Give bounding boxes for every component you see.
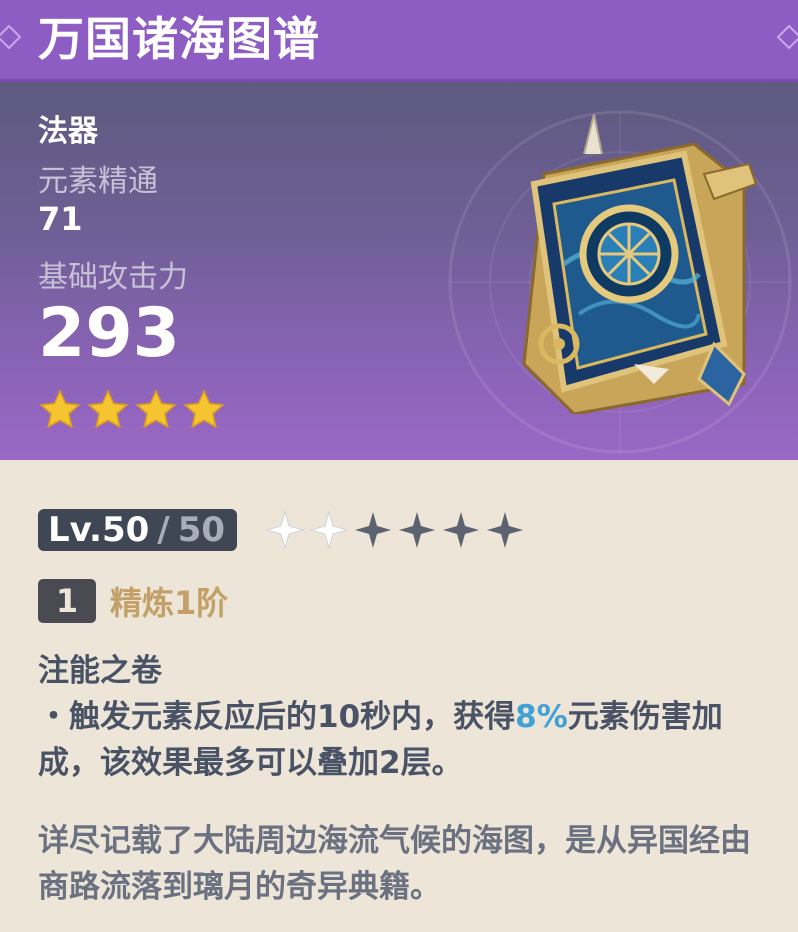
rarity-star-icon: [183, 389, 225, 429]
passive-highlight-value: 8%: [515, 699, 568, 735]
rarity-star-icon: [39, 389, 81, 429]
weapon-type: 法器: [38, 114, 98, 149]
level-badge: Lv.50 / 50: [38, 509, 238, 551]
diamond-ornament-icon: [776, 24, 798, 50]
passive-effect: 注能之卷 ・触发元素反应后的10秒内，获得8%元素伤害加成，该效果最多可以叠加2…: [38, 648, 758, 786]
catalyst-book-icon: [522, 114, 758, 414]
passive-description: ・触发元素反应后的10秒内，获得8%元素伤害加成，该效果最多可以叠加2层。: [38, 694, 758, 786]
level-max: 50: [177, 510, 226, 550]
refinement-rank-badge: 1: [38, 579, 96, 623]
title-bar: 万国诸海图谱: [0, 0, 798, 82]
refinement-row: 1 精炼1阶: [38, 578, 228, 624]
secondary-stat-value: 71: [38, 200, 83, 238]
refinement-label: 精炼1阶: [110, 584, 229, 622]
weapon-name: 万国诸海图谱: [38, 12, 320, 66]
ascension-star-empty-icon: [399, 512, 436, 548]
base-atk-value: 293: [38, 294, 180, 373]
diamond-ornament-icon: [0, 24, 22, 50]
weapon-header: 法器 元素精通 71 基础攻击力 293: [0, 82, 798, 460]
rarity-star-icon: [87, 389, 129, 429]
ascension-star-filled-icon: [265, 510, 305, 550]
ascension-stars: [263, 508, 527, 552]
lore-text: 详尽记载了大陆周边海流气候的海图，是从异国经由商路流落到璃月的奇异典籍。: [38, 823, 751, 905]
ascension-star-empty-icon: [355, 512, 392, 548]
level-separator: /: [157, 510, 170, 550]
rarity-stars: [38, 388, 226, 432]
level-row: Lv.50 / 50: [38, 508, 527, 552]
ascension-star-empty-icon: [487, 512, 524, 548]
weapon-card: 万国诸海图谱 法器 元素精通 71 基础攻击力 293 Lv.50 / 50 1…: [0, 0, 798, 932]
level-current: Lv.50: [48, 510, 150, 550]
ascension-star-empty-icon: [443, 512, 480, 548]
ascension-star-filled-icon: [309, 510, 349, 550]
secondary-stat-name: 元素精通: [38, 164, 158, 199]
base-atk-name: 基础攻击力: [38, 260, 188, 295]
rarity-star-icon: [135, 389, 177, 429]
passive-desc-part1: ・触发元素反应后的10秒内，获得: [38, 699, 516, 735]
passive-name: 注能之卷: [38, 653, 162, 689]
